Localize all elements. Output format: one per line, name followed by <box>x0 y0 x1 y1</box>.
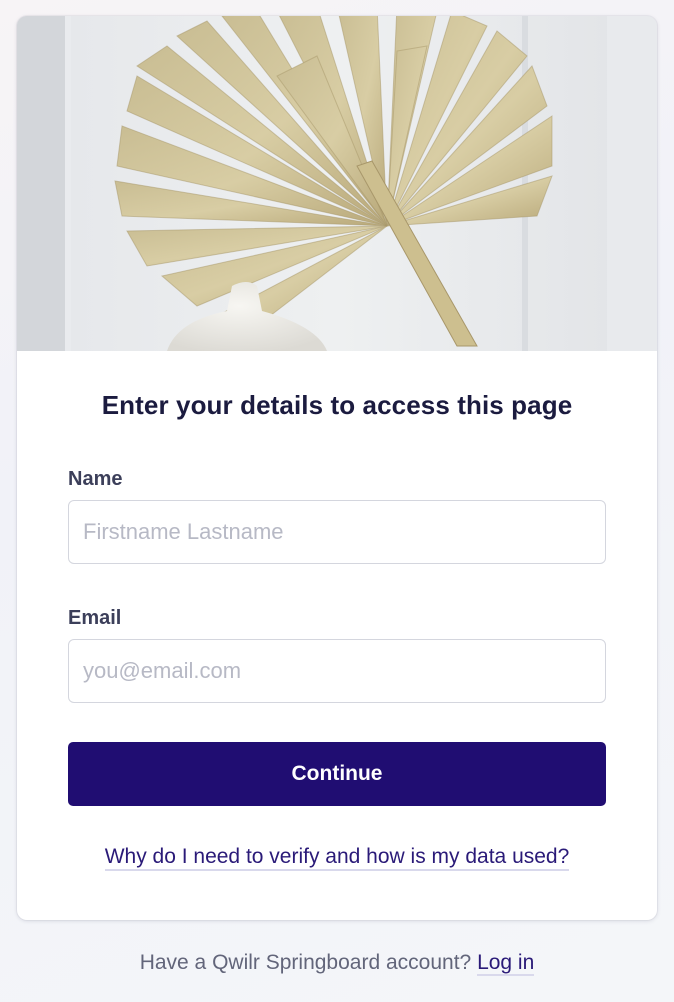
access-card: Enter your details to access this page N… <box>17 16 657 920</box>
continue-button[interactable]: Continue <box>68 742 606 806</box>
email-input[interactable] <box>68 639 606 703</box>
name-input[interactable] <box>68 500 606 564</box>
verify-info-container: Why do I need to verify and how is my da… <box>17 845 657 871</box>
page-title: Enter your details to access this page <box>101 390 573 420</box>
footer-text: Have a Qwilr Springboard account? <box>139 951 472 974</box>
footer: Have a Qwilr Springboard account? Log in <box>0 951 674 976</box>
hero-image <box>17 16 657 351</box>
email-label: Email <box>68 607 122 629</box>
login-link[interactable]: Log in <box>477 951 535 976</box>
name-label: Name <box>68 468 123 490</box>
verify-info-link[interactable]: Why do I need to verify and how is my da… <box>104 845 570 871</box>
